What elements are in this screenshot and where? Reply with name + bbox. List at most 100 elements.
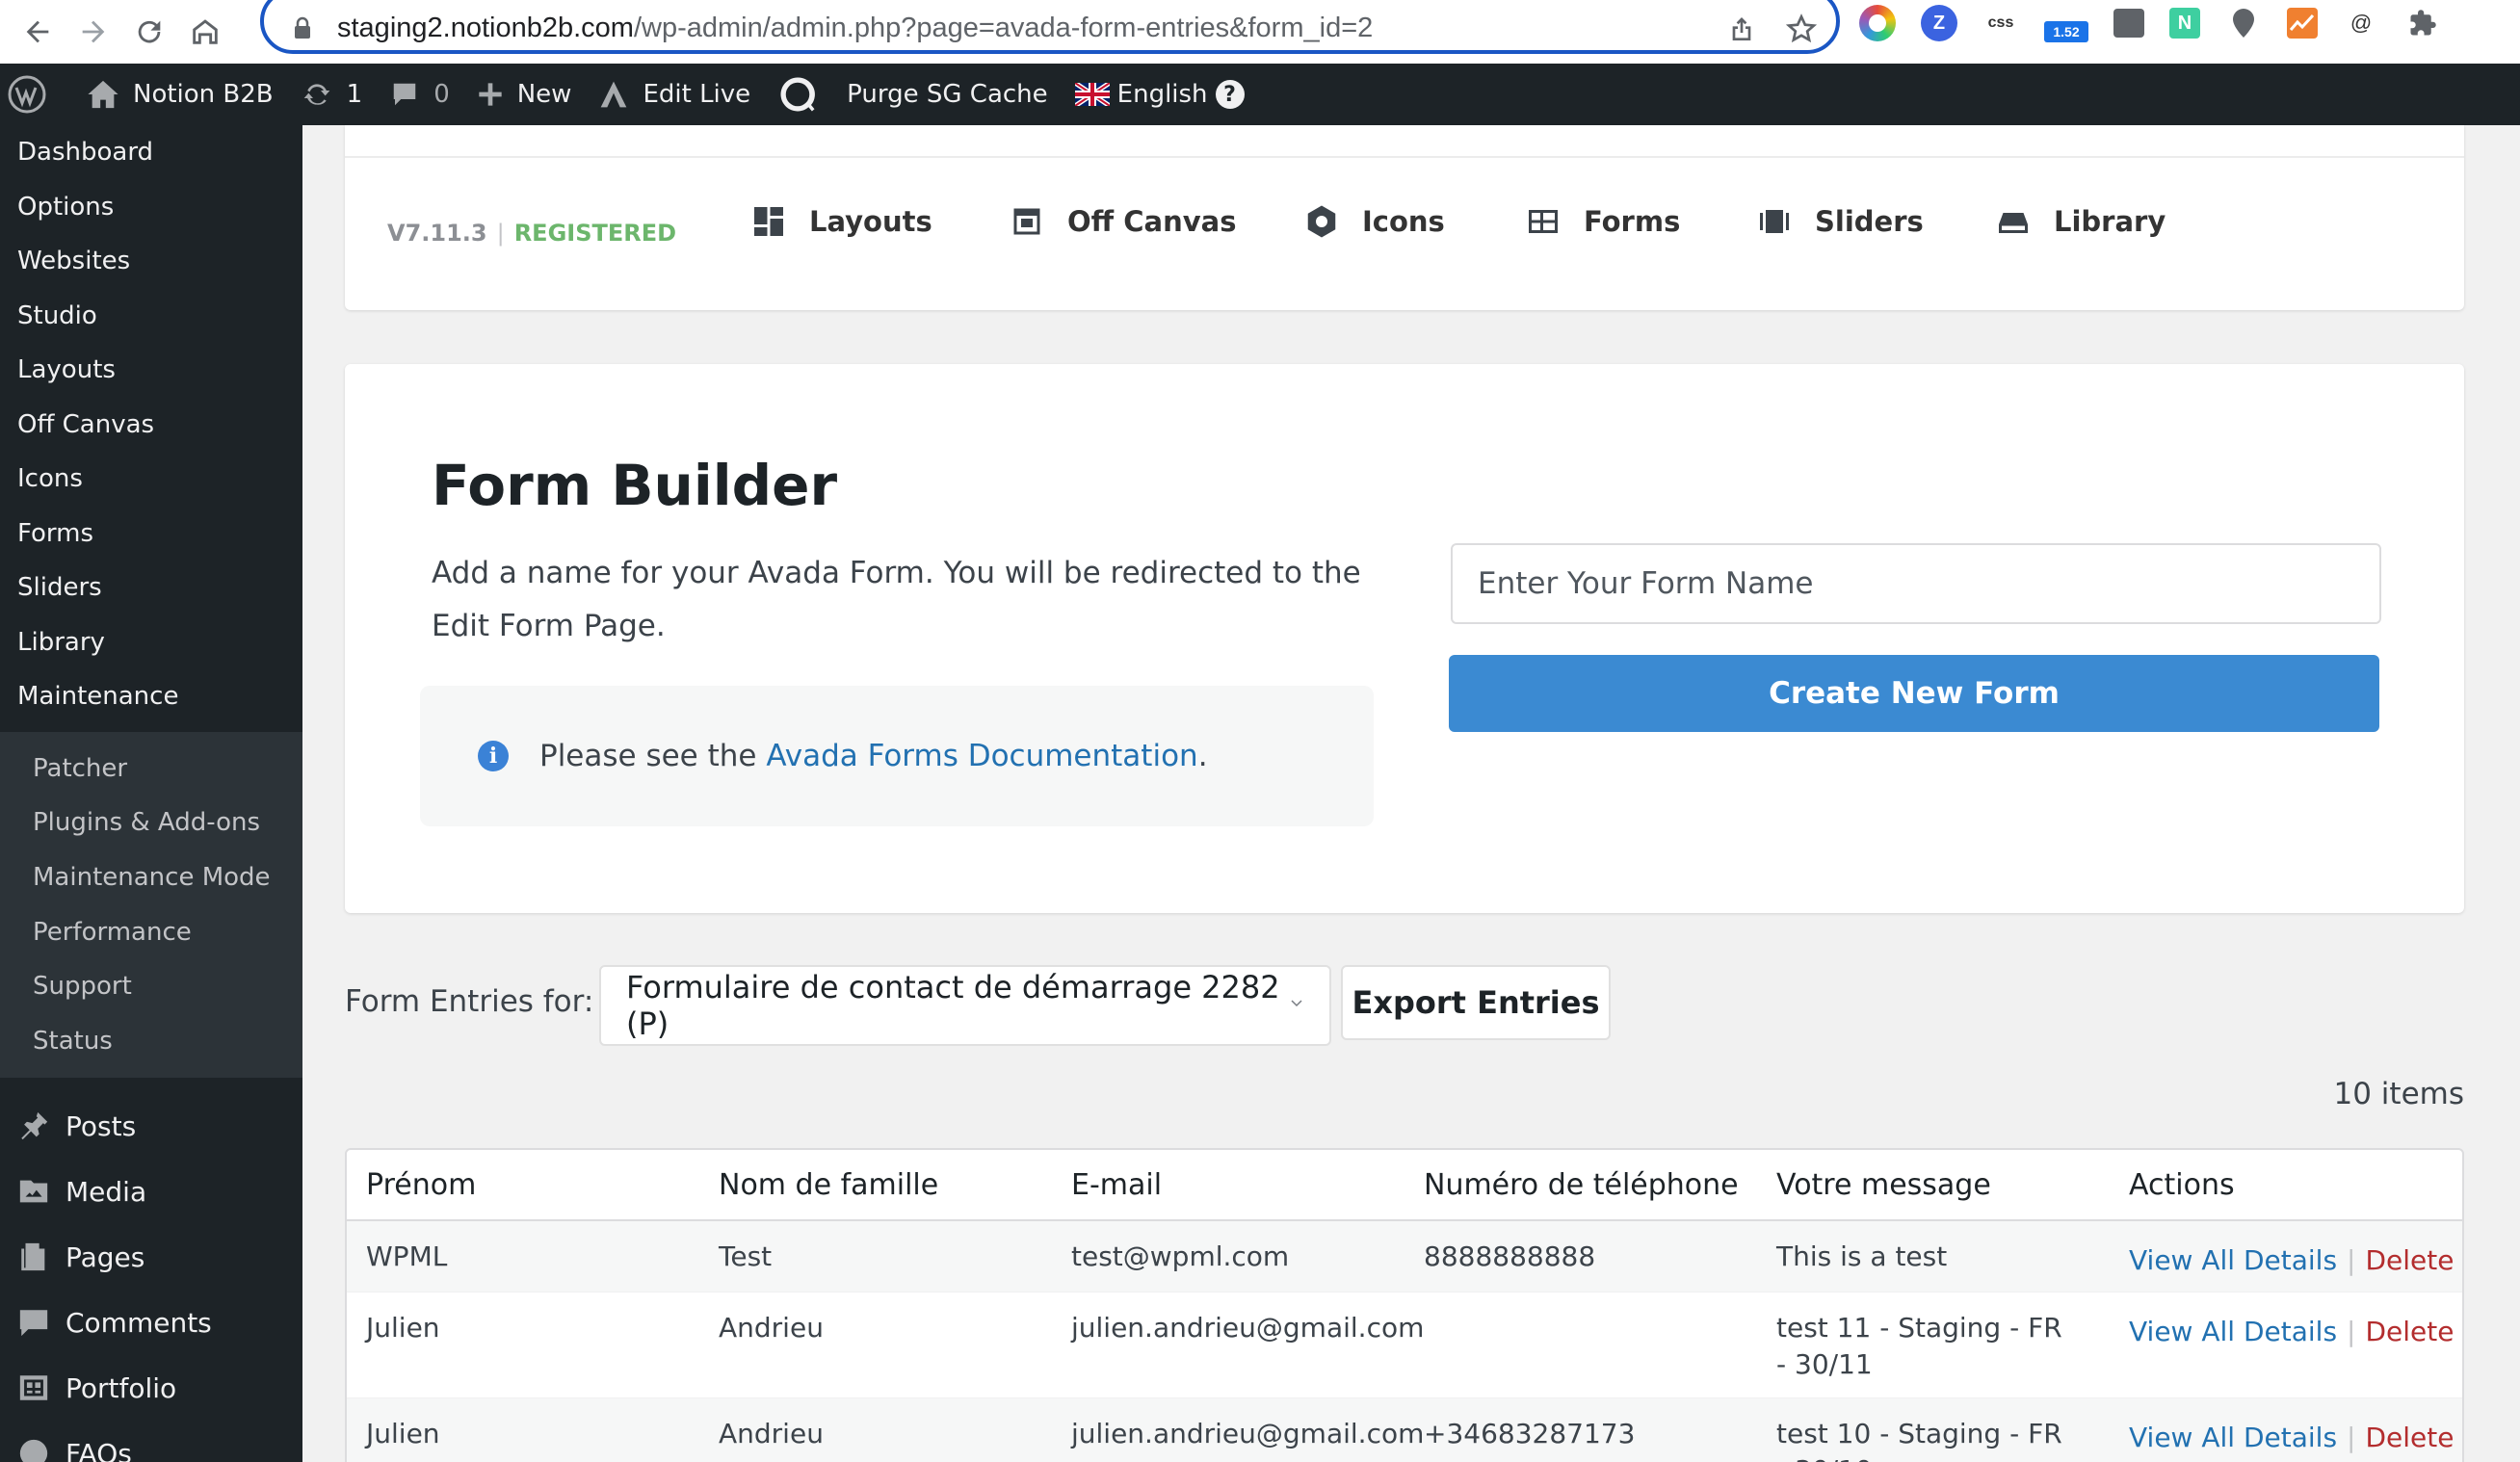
updates-menu[interactable]: 1 [287, 64, 377, 125]
sidebar-item-sliders[interactable]: Sliders [0, 561, 302, 615]
back-button[interactable] [10, 4, 66, 60]
form-builder-panel: Form Builder Add a name for your Avada F… [345, 364, 2464, 913]
cell-first-name: Julien [366, 1312, 440, 1344]
nav-sliders[interactable]: Sliders [1757, 204, 1924, 239]
entries-table: Prénom Nom de famille E-mail Numéro de t… [345, 1148, 2464, 1462]
sidebar-item-dashboard[interactable]: Dashboard [0, 125, 302, 180]
sidebar-item-media[interactable]: Media [0, 1159, 302, 1224]
sidebar-item-label: Posts [66, 1110, 137, 1142]
cell-actions: View All Details | Delete [2129, 1422, 2454, 1453]
new-label: New [516, 80, 572, 109]
n-ext-icon[interactable]: N [2169, 8, 2200, 39]
sidebar-item-studio[interactable]: Studio [0, 289, 302, 344]
comments-menu[interactable]: 0 [376, 64, 463, 125]
sidebar-item-support[interactable]: Support [0, 959, 302, 1014]
sidebar-item-pages[interactable]: Pages [0, 1224, 302, 1290]
language-menu[interactable]: English ? [1062, 64, 1258, 125]
cell-actions: View All Details | Delete [2129, 1244, 2454, 1276]
table-row: Julien Andrieu julien.andrieu@gmail.com … [347, 1292, 2462, 1398]
sidebar-item-library[interactable]: Library [0, 615, 302, 670]
nav-icons[interactable]: Icons [1304, 204, 1445, 239]
pin-ext-icon[interactable] [2225, 5, 2262, 41]
cell-actions: View All Details | Delete [2129, 1316, 2454, 1347]
reload-button[interactable] [121, 4, 177, 60]
css-ext-icon[interactable]: css [1982, 5, 2019, 41]
sidebar-item-off-canvas[interactable]: Off Canvas [0, 398, 302, 453]
puzzle-icon[interactable] [2404, 5, 2441, 41]
documentation-link[interactable]: Avada Forms Documentation [766, 739, 1197, 773]
cell-last-name: Andrieu [719, 1312, 824, 1344]
sidebar-item-maintenance[interactable]: Maintenance [0, 669, 302, 724]
home-button[interactable] [177, 4, 233, 60]
column-header[interactable]: Votre message [1757, 1168, 2110, 1202]
color-picker-ext-icon[interactable] [1859, 5, 1896, 41]
chevron-down-icon [1291, 1000, 1302, 1007]
z-ext-icon[interactable]: Z [1921, 5, 1957, 41]
avada-logo-icon [601, 81, 627, 108]
layouts-icon [754, 207, 783, 236]
create-new-form-button[interactable]: Create New Form [1449, 655, 2379, 732]
arrow-left-icon [26, 20, 49, 43]
sidebar-item-portfolio[interactable]: Portfolio [0, 1355, 302, 1421]
address-bar[interactable]: staging2.notionb2b.com/wp-admin/admin.ph… [260, 0, 1840, 54]
pages-icon [21, 1242, 45, 1271]
sidebar-item-patcher[interactable]: Patcher [0, 742, 302, 796]
view-details-link[interactable]: View All Details [2129, 1422, 2337, 1453]
nav-forms[interactable]: Forms [1526, 204, 1680, 239]
delete-link[interactable]: Delete [2365, 1244, 2454, 1276]
sidebar-item-faqs[interactable]: FAQs [0, 1421, 302, 1462]
media-icon [19, 1180, 48, 1203]
siteground-icon [780, 77, 816, 112]
sidebar-item-forms[interactable]: Forms [0, 507, 302, 561]
sidebar-item-comments[interactable]: Comments [0, 1290, 302, 1355]
speed-ext-icon[interactable]: 1.52 [2044, 21, 2088, 42]
form-name-input[interactable] [1451, 543, 2381, 624]
sidebar-item-websites[interactable]: Websites [0, 234, 302, 289]
at-ext-icon[interactable]: @ [2343, 5, 2379, 41]
column-header[interactable]: Numéro de téléphone [1404, 1168, 1757, 1202]
form-select[interactable]: Formulaire de contact de démarrage 2282 … [599, 965, 1331, 1046]
sidebar-item-icons[interactable]: Icons [0, 452, 302, 507]
sidebar-item-posts[interactable]: Posts [0, 1093, 302, 1159]
column-header: Actions [2129, 1167, 2235, 1202]
gallery-ext-icon[interactable] [2113, 9, 2144, 38]
delete-link[interactable]: Delete [2365, 1422, 2454, 1453]
sidebar-item-maintenance-mode[interactable]: Maintenance Mode [0, 850, 302, 905]
share-icon[interactable] [1726, 13, 1757, 44]
forward-button[interactable] [66, 4, 121, 60]
nav-library[interactable]: Library [1996, 204, 2166, 239]
sidebar-item-performance[interactable]: Performance [0, 904, 302, 959]
nav-off-canvas[interactable]: Off Canvas [1010, 204, 1236, 239]
items-count: 10 items [2333, 1077, 2465, 1111]
sidebar-item-label: FAQs [66, 1437, 132, 1462]
chart-ext-icon[interactable] [2287, 8, 2318, 39]
sidebar-item-options[interactable]: Options [0, 180, 302, 235]
site-name: Notion B2B [133, 80, 274, 109]
view-details-link[interactable]: View All Details [2129, 1316, 2337, 1347]
site-name-menu[interactable]: Notion B2B [73, 64, 287, 125]
delete-link[interactable]: Delete [2365, 1316, 2454, 1347]
column-header[interactable]: E-mail [1052, 1168, 1404, 1202]
export-entries-button[interactable]: Export Entries [1341, 965, 1611, 1040]
cell-first-name: Julien [366, 1418, 440, 1449]
divider [345, 156, 2464, 158]
updates-count: 1 [346, 80, 363, 109]
pin-icon [21, 1111, 48, 1140]
new-content-menu[interactable]: New [463, 64, 586, 125]
version-number: V7.11.3 [387, 220, 487, 247]
comments-count: 0 [433, 80, 450, 109]
edit-live-menu[interactable]: Edit Live [585, 64, 764, 125]
view-details-link[interactable]: View All Details [2129, 1244, 2337, 1276]
sidebar-item-status[interactable]: Status [0, 1013, 302, 1068]
star-icon[interactable] [1786, 13, 1817, 44]
column-header[interactable]: Nom de famille [699, 1168, 1052, 1202]
sidebar-item-layouts[interactable]: Layouts [0, 343, 302, 398]
avada-menu: Dashboard Options Websites Studio Layout… [0, 125, 302, 724]
wp-logo-menu[interactable] [0, 64, 73, 125]
column-header[interactable]: Prénom [347, 1168, 699, 1202]
purge-cache-menu[interactable]: Purge SG Cache [764, 64, 1061, 125]
info-icon: i [478, 741, 509, 771]
sidebar-item-plugins-addons[interactable]: Plugins & Add-ons [0, 796, 302, 850]
help-icon[interactable]: ? [1215, 80, 1245, 109]
nav-layouts[interactable]: Layouts [751, 204, 932, 239]
